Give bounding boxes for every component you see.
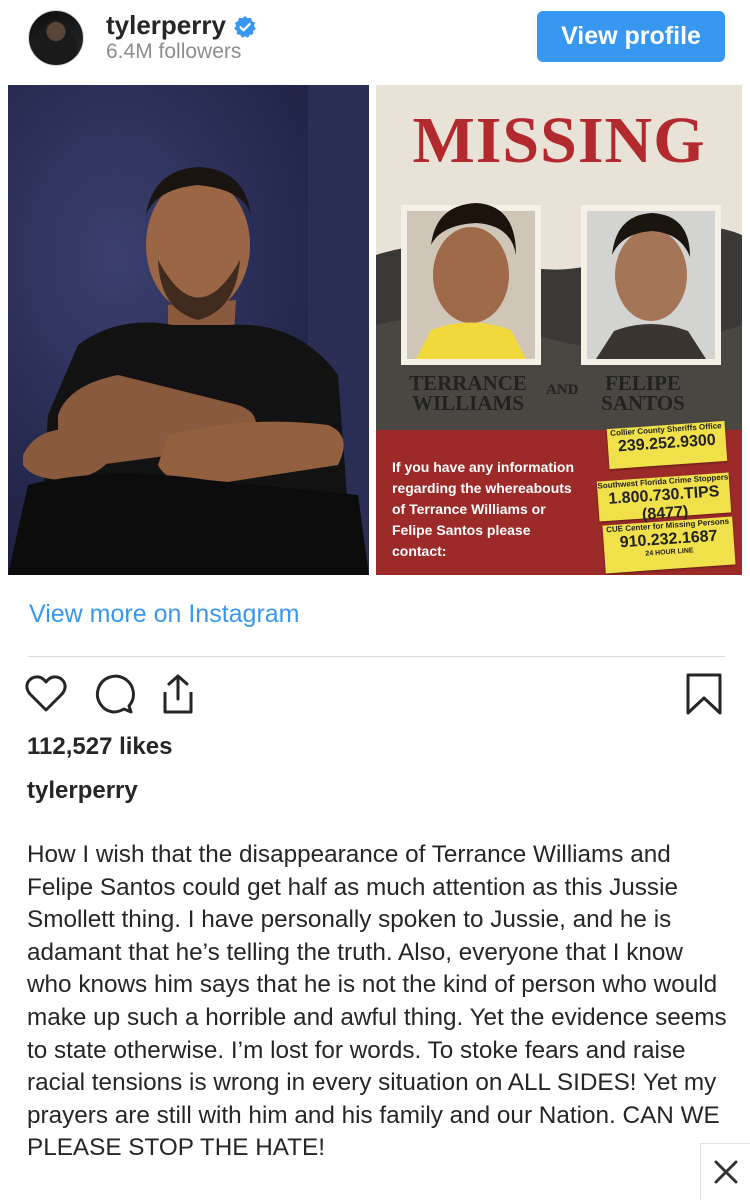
poster-info-text: If you have any information regarding th… bbox=[392, 459, 575, 559]
close-button[interactable] bbox=[700, 1143, 750, 1200]
header-username[interactable]: tylerperry bbox=[106, 10, 226, 41]
poster-title: MISSING bbox=[412, 104, 706, 177]
poster-contact-tag: CUE Center for Missing Persons 910.232.1… bbox=[602, 516, 736, 574]
poster-person2-last: SANTOS bbox=[601, 391, 685, 415]
close-icon bbox=[714, 1160, 737, 1184]
avatar[interactable] bbox=[28, 10, 84, 66]
missing-poster: MISSING TERRANCE WILLIAMS AND FELIPE SAN… bbox=[376, 85, 742, 575]
share-icon[interactable] bbox=[156, 672, 200, 716]
portrait-photo bbox=[8, 85, 369, 575]
view-profile-button[interactable]: View profile bbox=[537, 11, 725, 62]
poster-person1-name: TERRANCE WILLIAMS bbox=[398, 371, 538, 415]
divider bbox=[28, 656, 725, 657]
poster-person2-first: FELIPE bbox=[605, 371, 681, 395]
follower-count: 6.4M followers bbox=[106, 40, 242, 63]
post-header: tylerperry 6.4M followers View profile bbox=[0, 0, 750, 80]
poster-contact-tag: Collier County Sheriffs Office 239.252.9… bbox=[606, 420, 728, 470]
heart-icon[interactable] bbox=[24, 672, 68, 716]
caption-text: How I wish that the disappearance of Ter… bbox=[27, 841, 727, 1162]
like-count[interactable]: 112,527 likes bbox=[27, 733, 172, 761]
verified-badge-icon bbox=[234, 16, 256, 38]
view-more-link[interactable]: View more on Instagram bbox=[29, 600, 300, 629]
poster-and-label: AND bbox=[546, 382, 579, 398]
bookmark-icon[interactable] bbox=[682, 672, 726, 716]
poster-person2-name: FELIPE SANTOS bbox=[588, 371, 698, 415]
portrait-illustration bbox=[8, 85, 369, 575]
comment-icon[interactable] bbox=[91, 672, 135, 716]
caption-username[interactable]: tylerperry bbox=[27, 777, 138, 805]
post-media[interactable]: MISSING TERRANCE WILLIAMS AND FELIPE SAN… bbox=[8, 85, 742, 575]
poster-contact-tag: Southwest Florida Crime Stoppers 1.800.7… bbox=[596, 472, 732, 524]
poster-person1-first: TERRANCE bbox=[409, 371, 527, 395]
poster-person1-last: WILLIAMS bbox=[411, 391, 525, 415]
